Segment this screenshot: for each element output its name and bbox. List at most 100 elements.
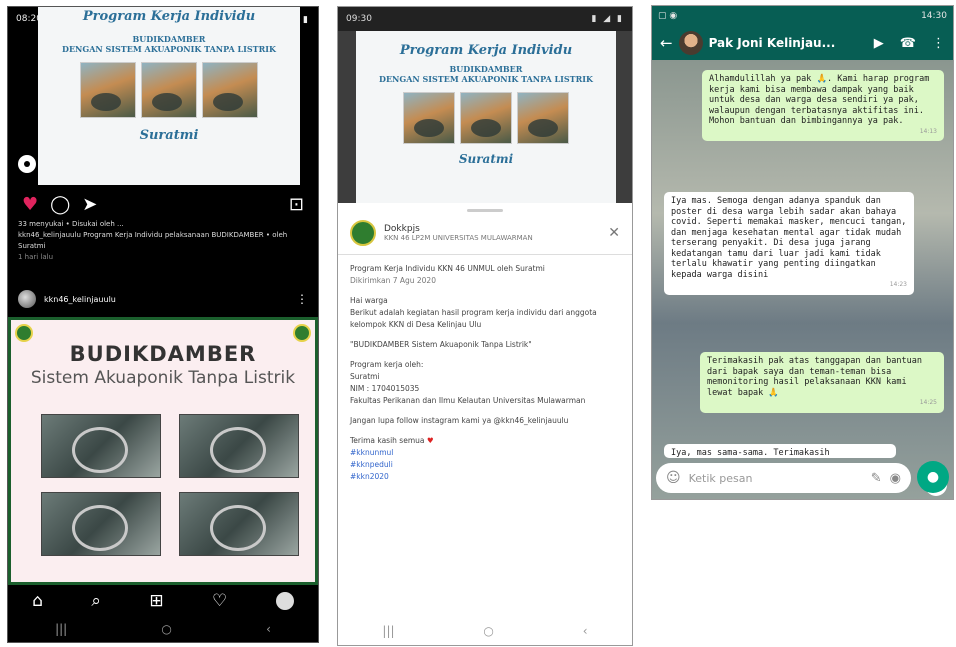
contact-avatar[interactable] [678, 31, 703, 55]
post-name: Suratmi [458, 152, 514, 166]
voice-call-icon[interactable]: ☎ [900, 36, 916, 51]
post-image-program-kerja[interactable]: Program Kerja Individu BUDIKDAMBER DENGA… [38, 7, 300, 185]
profile-icon[interactable] [275, 592, 294, 610]
recent-apps-icon[interactable]: ||| [382, 624, 394, 638]
post-name: Suratmi [139, 128, 199, 143]
sender-address: KKN 46 LP2M UNIVERSITAS MULAWARMAN [384, 234, 533, 242]
message-text: Iya, mas sama-sama. Terimakasih [671, 448, 830, 458]
budikdamber-photo [41, 492, 161, 556]
hashtag-link[interactable]: #kknunmul [350, 448, 393, 457]
email-nim: NIM : 1704015035 [350, 384, 420, 393]
close-icon[interactable]: ✕ [608, 225, 620, 241]
post-line2: DENGAN SISTEM AKUAPONIK TANPA LISTRIK [62, 44, 276, 54]
message-incoming[interactable]: Iya, mas sama-sama. Terimakasih [664, 444, 896, 458]
activity-icon[interactable]: ♡ [212, 591, 227, 611]
instagram-screenshot: 08:20 ▮ ⌔ ◢ ▮ Program Kerja Individu BUD… [7, 6, 319, 643]
chat-header: ← Pak Joni Kelinjau... ▶ ☎ ⋮ [652, 26, 953, 60]
email-date: Dikirimkan 7 Agu 2020 [350, 276, 436, 285]
save-icon[interactable]: ⊡ [289, 194, 304, 215]
message-text: Alhamdulillah ya pak 🙏. Kami harap progr… [709, 74, 930, 126]
status-time: 14:30 [921, 11, 947, 21]
message-time: 14:13 [919, 127, 937, 135]
post-image-program-kerja[interactable]: Program Kerja Individu BUDIKDAMBER DENGA… [356, 31, 616, 203]
post-actions: ♥ ◯ ➤ ⊡ [22, 193, 304, 215]
sender-info: Dokkpjs KKN 46 LP2M UNIVERSITAS MULAWARM… [384, 224, 533, 242]
message-time: 14:25 [919, 399, 937, 406]
post-line1: BUDIKDAMBER [449, 64, 523, 74]
status-icons: ▢ ◉ [658, 11, 678, 21]
post-caption: 33 menyukai • Disukai oleh ... kkn46_kel… [18, 219, 308, 263]
header-actions: ▶ ☎ ⋮ [874, 36, 945, 51]
email-header: Dokkpjs KKN 46 LP2M UNIVERSITAS MULAWARM… [338, 212, 632, 255]
message-incoming[interactable]: Iya mas. Semoga dengan adanya spanduk da… [664, 192, 914, 295]
system-nav: ||| ○ ‹ [8, 616, 318, 642]
post-photo [403, 92, 455, 144]
status-bar: ▢ ◉ 14:30 [652, 6, 953, 26]
post-photo [141, 62, 197, 118]
email-subject: Program Kerja Individu KKN 46 UNMUL oleh… [350, 264, 545, 273]
email-faculty: Fakultas Perikanan dan Ilmu Kelautan Uni… [350, 396, 586, 405]
back-icon[interactable]: ‹ [583, 624, 588, 638]
post-line1: BUDIKDAMBER [132, 34, 206, 44]
more-icon[interactable]: ⋮ [296, 292, 308, 306]
back-icon[interactable]: ‹ [266, 622, 271, 636]
home-icon[interactable]: ⌂ [32, 591, 43, 611]
emoji-icon[interactable]: ☺ [666, 470, 681, 486]
camera-icon[interactable]: ◉ [890, 471, 901, 486]
heart-icon: ♥ [426, 436, 434, 445]
home-button-icon[interactable]: ○ [161, 622, 171, 636]
email-screenshot: 09:30 ▮ ◢ ▮ Program Kerja Individu BUDIK… [337, 6, 633, 646]
post-image-budikdamber[interactable]: BUDIKDAMBER Sistem Akuaponik Tanpa Listr… [8, 317, 318, 585]
message-time: 14:23 [889, 281, 907, 288]
whatsapp-screenshot: ▢ ◉ 14:30 ← Pak Joni Kelinjau... ▶ ☎ ⋮ A… [651, 5, 954, 500]
hashtag-link[interactable]: #kkn2020 [350, 472, 389, 481]
home-button-icon[interactable]: ○ [483, 624, 493, 638]
email-by-label: Program kerja oleh: [350, 360, 424, 369]
avatar[interactable] [18, 290, 36, 308]
sender-name: Dokkpjs [384, 224, 420, 234]
post-photos [38, 62, 300, 118]
post-date: 1 hari lalu [18, 253, 54, 261]
attach-icon[interactable]: ✎ [871, 471, 882, 486]
post-photo [202, 62, 258, 118]
message-text: Iya mas. Semoga dengan adanya spanduk da… [671, 196, 907, 280]
bottom-nav: ⌂ ⌕ ⊞ ♡ [8, 585, 318, 617]
email-member-name: Suratmi [350, 372, 380, 381]
recent-apps-icon[interactable]: ||| [55, 622, 67, 636]
share-icon[interactable]: ➤ [82, 194, 97, 215]
likes-text[interactable]: 33 menyukai • Disukai oleh ... [18, 219, 308, 230]
hashtag-link[interactable]: #kknpeduli [350, 460, 393, 469]
email-cta: Jangan lupa follow instagram kami ya @kk… [350, 416, 569, 425]
post-title: Program Kerja Individu [399, 43, 573, 58]
search-icon[interactable]: ⌕ [91, 591, 101, 611]
video-call-icon[interactable]: ▶ [874, 36, 884, 51]
menu-icon[interactable]: ⋮ [932, 36, 945, 51]
budikdamber-photo [41, 414, 161, 478]
comment-icon[interactable]: ◯ [50, 194, 70, 215]
chat-area: Alhamdulillah ya pak 🙏. Kami harap progr… [652, 60, 953, 499]
message-input-bar: ☺ Ketik pesan ✎ ◉ [656, 463, 911, 493]
post-header: kkn46_kelinjauulu ⋮ [18, 289, 308, 309]
add-post-icon[interactable]: ⊞ [149, 591, 163, 611]
back-arrow-icon[interactable]: ← [660, 34, 673, 52]
email-quote: "BUDIKDAMBER Sistem Akuaponik Tanpa List… [350, 340, 532, 349]
post-photo [460, 92, 512, 144]
kkn-logo [293, 324, 311, 342]
username[interactable]: kkn46_kelinjauulu [44, 295, 116, 304]
message-outgoing[interactable]: Terimakasih pak atas tanggapan dan bantu… [700, 352, 944, 413]
status-bar: 09:30 ▮ ◢ ▮ [338, 7, 632, 31]
status-icons: ▮ ◢ ▮ [591, 14, 624, 24]
status-time: 09:30 [346, 14, 372, 24]
mic-icon[interactable]: ● [917, 461, 949, 493]
message-outgoing[interactable]: Alhamdulillah ya pak 🙏. Kami harap progr… [702, 70, 944, 141]
budikdamber-title: BUDIKDAMBER [69, 342, 257, 366]
contact-name[interactable]: Pak Joni Kelinjau... [709, 36, 868, 50]
carousel-indicator-icon [18, 155, 36, 173]
message-input[interactable]: Ketik pesan [689, 472, 863, 485]
budikdamber-photo [179, 414, 299, 478]
university-logo [15, 324, 33, 342]
post-title: Program Kerja Individu [82, 9, 256, 24]
like-icon[interactable]: ♥ [22, 194, 38, 215]
post-photos [356, 92, 616, 144]
sender-logo [350, 220, 376, 246]
